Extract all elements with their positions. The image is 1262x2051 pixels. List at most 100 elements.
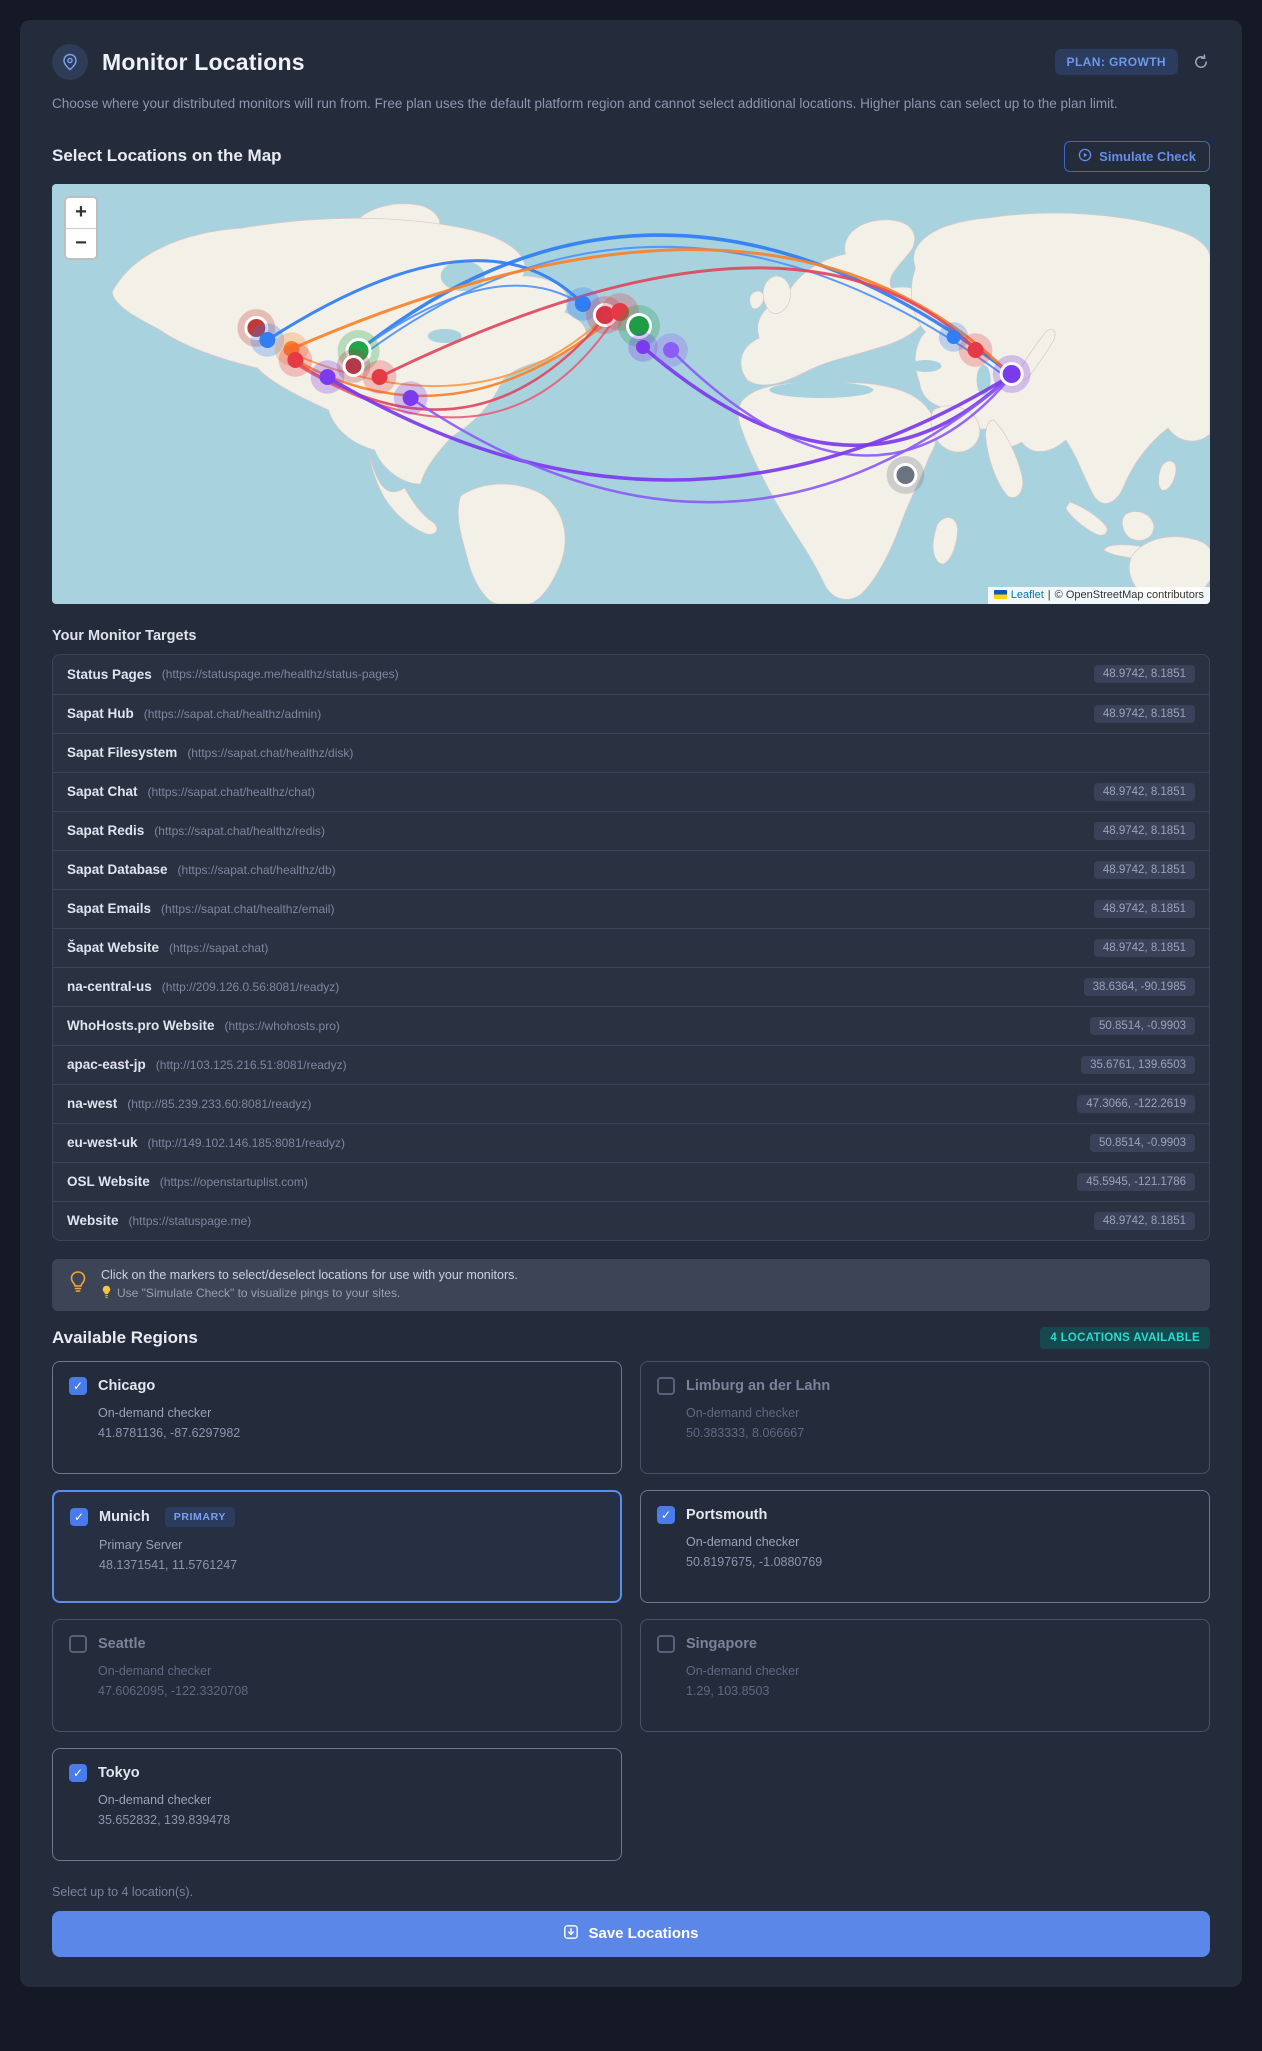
location-marker[interactable] bbox=[402, 389, 419, 406]
region-checkbox[interactable] bbox=[657, 1505, 675, 1524]
target-name: WhoHosts.pro Website bbox=[67, 1018, 215, 1034]
world-map[interactable]: + − Leaflet | © OpenStreetMap contributo… bbox=[52, 183, 1210, 604]
play-circle-icon bbox=[1078, 148, 1092, 165]
location-marker[interactable] bbox=[345, 357, 362, 374]
header-right: PLAN: GROWTH bbox=[1054, 49, 1210, 75]
refresh-icon[interactable] bbox=[1192, 53, 1210, 71]
target-row: WhoHosts.pro Website (https://whohosts.p… bbox=[53, 1005, 1209, 1045]
region-checkbox[interactable] bbox=[657, 1376, 675, 1395]
header: Monitor Locations PLAN: GROWTH bbox=[52, 44, 1210, 80]
region-subtitle: Primary Server bbox=[99, 1537, 183, 1552]
location-marker[interactable] bbox=[259, 331, 276, 348]
location-marker[interactable] bbox=[896, 465, 915, 484]
leaflet-link[interactable]: Leaflet bbox=[1011, 589, 1044, 601]
regions-heading: Available Regions bbox=[52, 1327, 198, 1347]
region-coords: 41.8781136, -87.6297982 bbox=[98, 1425, 241, 1440]
target-coords-badge: 50.8514, -0.9903 bbox=[1090, 1016, 1195, 1035]
map-section-header: Select Locations on the Map Simulate Che… bbox=[52, 140, 1210, 172]
target-name: apac-east-jp bbox=[67, 1057, 146, 1073]
zoom-in-button[interactable]: + bbox=[66, 198, 96, 228]
region-card[interactable]: Limburg an der Lahn On-demand checker 50… bbox=[640, 1360, 1210, 1474]
location-marker[interactable] bbox=[1002, 364, 1021, 383]
target-url: (https://sapat.chat/healthz/disk) bbox=[187, 745, 354, 760]
region-card[interactable]: Portsmouth On-demand checker 50.8197675,… bbox=[640, 1489, 1210, 1603]
location-marker[interactable] bbox=[663, 341, 680, 358]
region-card[interactable]: Seattle On-demand checker 47.6062095, -1… bbox=[52, 1618, 622, 1732]
target-coords-badge: 48.9742, 8.1851 bbox=[1093, 704, 1195, 723]
region-card[interactable]: Tokyo On-demand checker 35.652832, 139.8… bbox=[52, 1747, 622, 1861]
region-card-top: Tokyo bbox=[69, 1763, 605, 1782]
monitor-locations-page: Monitor Locations PLAN: GROWTH Choose wh… bbox=[0, 0, 1262, 2051]
target-row: eu-west-uk (http://149.102.146.185:8081/… bbox=[53, 1122, 1209, 1162]
target-url: (http://209.126.0.56:8081/readyz) bbox=[161, 979, 340, 994]
region-name: Chicago bbox=[98, 1377, 156, 1394]
location-marker[interactable] bbox=[319, 368, 336, 385]
target-name: Sapat Filesystem bbox=[67, 745, 178, 761]
region-checkbox[interactable] bbox=[70, 1507, 88, 1526]
target-name: na-west bbox=[67, 1096, 118, 1112]
region-cards-grid: Chicago On-demand checker 41.8781136, -8… bbox=[52, 1360, 1210, 1861]
location-marker[interactable] bbox=[287, 351, 304, 368]
region-checkbox[interactable] bbox=[69, 1763, 87, 1782]
target-coords-badge: 48.9742, 8.1851 bbox=[1093, 899, 1195, 918]
region-card[interactable]: Chicago On-demand checker 41.8781136, -8… bbox=[52, 1360, 622, 1474]
page-title: Monitor Locations bbox=[102, 48, 305, 75]
target-name: Sapat Redis bbox=[67, 823, 145, 839]
location-pin-icon bbox=[52, 44, 88, 80]
regions-header: Available Regions 4 LOCATIONS AVAILABLE bbox=[52, 1326, 1210, 1349]
target-name: Sapat Emails bbox=[67, 901, 152, 917]
region-subtitle: On-demand checker bbox=[686, 1405, 800, 1420]
region-coords: 50.383333, 8.066667 bbox=[686, 1425, 805, 1440]
target-url: (http://103.125.216.51:8081/readyz) bbox=[155, 1057, 347, 1072]
target-coords-badge: 48.9742, 8.1851 bbox=[1093, 938, 1195, 957]
locations-available-badge: 4 LOCATIONS AVAILABLE bbox=[1040, 1326, 1210, 1349]
region-subtitle: On-demand checker bbox=[98, 1405, 212, 1420]
target-name: Status Pages bbox=[67, 666, 152, 682]
region-name: Tokyo bbox=[98, 1764, 140, 1781]
region-card[interactable]: Singapore On-demand checker 1.29, 103.85… bbox=[640, 1618, 1210, 1732]
target-name: Sapat Hub bbox=[67, 706, 134, 722]
tip-line1: Click on the markers to select/deselect … bbox=[101, 1267, 518, 1282]
primary-badge: PRIMARY bbox=[164, 1506, 235, 1527]
tip-line2: Use "Simulate Check" to visualize pings … bbox=[117, 1286, 401, 1301]
target-row: Status Pages (https://statuspage.me/heal… bbox=[53, 655, 1209, 694]
target-coords-badge: 38.6364, -90.1985 bbox=[1083, 977, 1195, 996]
targets-heading: Your Monitor Targets bbox=[52, 627, 197, 644]
target-row: Sapat Filesystem (https://sapat.chat/hea… bbox=[53, 732, 1209, 772]
location-marker[interactable] bbox=[371, 368, 388, 385]
location-marker[interactable] bbox=[967, 341, 984, 358]
target-url: (https://statuspage.me) bbox=[128, 1213, 252, 1228]
region-card[interactable]: Munich PRIMARY Primary Server 48.1371541… bbox=[52, 1489, 622, 1603]
region-name: Munich bbox=[99, 1508, 150, 1525]
location-marker[interactable] bbox=[946, 329, 961, 344]
region-checkbox[interactable] bbox=[69, 1634, 87, 1653]
main-card: Monitor Locations PLAN: GROWTH Choose wh… bbox=[20, 20, 1242, 1987]
target-coords-badge: 45.5945, -121.1786 bbox=[1077, 1172, 1195, 1191]
target-coords-badge: 48.9742, 8.1851 bbox=[1093, 665, 1195, 684]
region-checkbox[interactable] bbox=[657, 1634, 675, 1653]
lightbulb-icon bbox=[68, 1270, 88, 1299]
region-card-top: Limburg an der Lahn bbox=[657, 1376, 1193, 1395]
region-checkbox[interactable] bbox=[69, 1376, 87, 1395]
target-url: (https://sapat.chat/healthz/db) bbox=[177, 862, 336, 877]
location-marker[interactable] bbox=[636, 339, 651, 354]
region-card-top: Singapore bbox=[657, 1634, 1193, 1653]
target-row: Šapat Website (https://sapat.chat) 48.97… bbox=[53, 927, 1209, 967]
region-coords: 1.29, 103.8503 bbox=[686, 1683, 770, 1698]
simulate-check-label: Simulate Check bbox=[1099, 148, 1196, 164]
target-row: Sapat Chat (https://sapat.chat/healthz/c… bbox=[53, 771, 1209, 811]
save-locations-label: Save Locations bbox=[588, 1925, 699, 1943]
region-card-top: Portsmouth bbox=[657, 1505, 1193, 1524]
tip-line2-wrap: Use "Simulate Check" to visualize pings … bbox=[101, 1285, 518, 1302]
save-locations-button[interactable]: Save Locations bbox=[52, 1910, 1210, 1957]
target-row: OSL Website (https://openstartuplist.com… bbox=[53, 1161, 1209, 1201]
simulate-check-button[interactable]: Simulate Check bbox=[1064, 140, 1210, 172]
target-row: Website (https://statuspage.me) 48.9742,… bbox=[53, 1200, 1209, 1240]
region-card-top: Chicago bbox=[69, 1376, 605, 1395]
zoom-out-button[interactable]: − bbox=[66, 227, 96, 258]
map-zoom-control: + − bbox=[64, 195, 98, 260]
region-name: Portsmouth bbox=[686, 1506, 768, 1523]
osm-attribution: © OpenStreetMap contributors bbox=[1054, 588, 1204, 601]
region-name: Singapore bbox=[686, 1635, 757, 1652]
target-url: (https://sapat.chat/healthz/admin) bbox=[143, 706, 322, 721]
